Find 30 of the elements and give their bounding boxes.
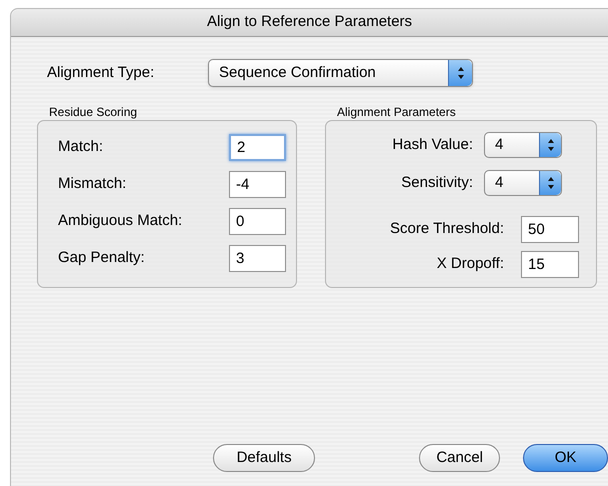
field-label: Sensitivity: [401, 172, 473, 193]
field-label: X Dropoff: [436, 254, 504, 274]
dialog-button[interactable]: OK [523, 444, 608, 472]
stepper-icon [539, 133, 561, 157]
popup-value: 4 [494, 134, 504, 155]
field-label: Hash Value: [392, 134, 473, 155]
group-title: Alignment Parameters [336, 104, 457, 120]
field-label: Match: [58, 137, 104, 158]
group-title: Residue Scoring [48, 104, 138, 120]
dialog-button[interactable]: Defaults [213, 444, 316, 472]
popup-button[interactable]: 4 [484, 170, 562, 196]
stepper-icon [539, 171, 561, 195]
field-label: Gap Penalty: [58, 248, 146, 268]
field-label: Score Threshold: [390, 219, 504, 240]
input-field[interactable]: 2 [229, 134, 286, 161]
popup-value: Sequence Confirmation [218, 62, 377, 83]
field-label: Ambiguous Match: [58, 211, 184, 232]
stepper-icon [448, 60, 472, 86]
popup-button[interactable]: 4 [484, 132, 562, 158]
dialog-button[interactable]: Cancel [419, 444, 500, 472]
field-label: Mismatch: [58, 174, 128, 194]
input-field[interactable]: -4 [229, 171, 286, 198]
window-title: Align to Reference Parameters [206, 12, 412, 32]
input-field[interactable]: 15 [521, 251, 579, 278]
alignment-type-label: Alignment Type: [47, 62, 156, 83]
input-field[interactable]: 50 [521, 216, 579, 243]
input-field[interactable]: 3 [229, 245, 286, 272]
input-field[interactable]: 0 [229, 208, 286, 235]
popup-value: 4 [494, 172, 504, 193]
alignment-type-popup[interactable]: Sequence Confirmation [208, 59, 473, 87]
